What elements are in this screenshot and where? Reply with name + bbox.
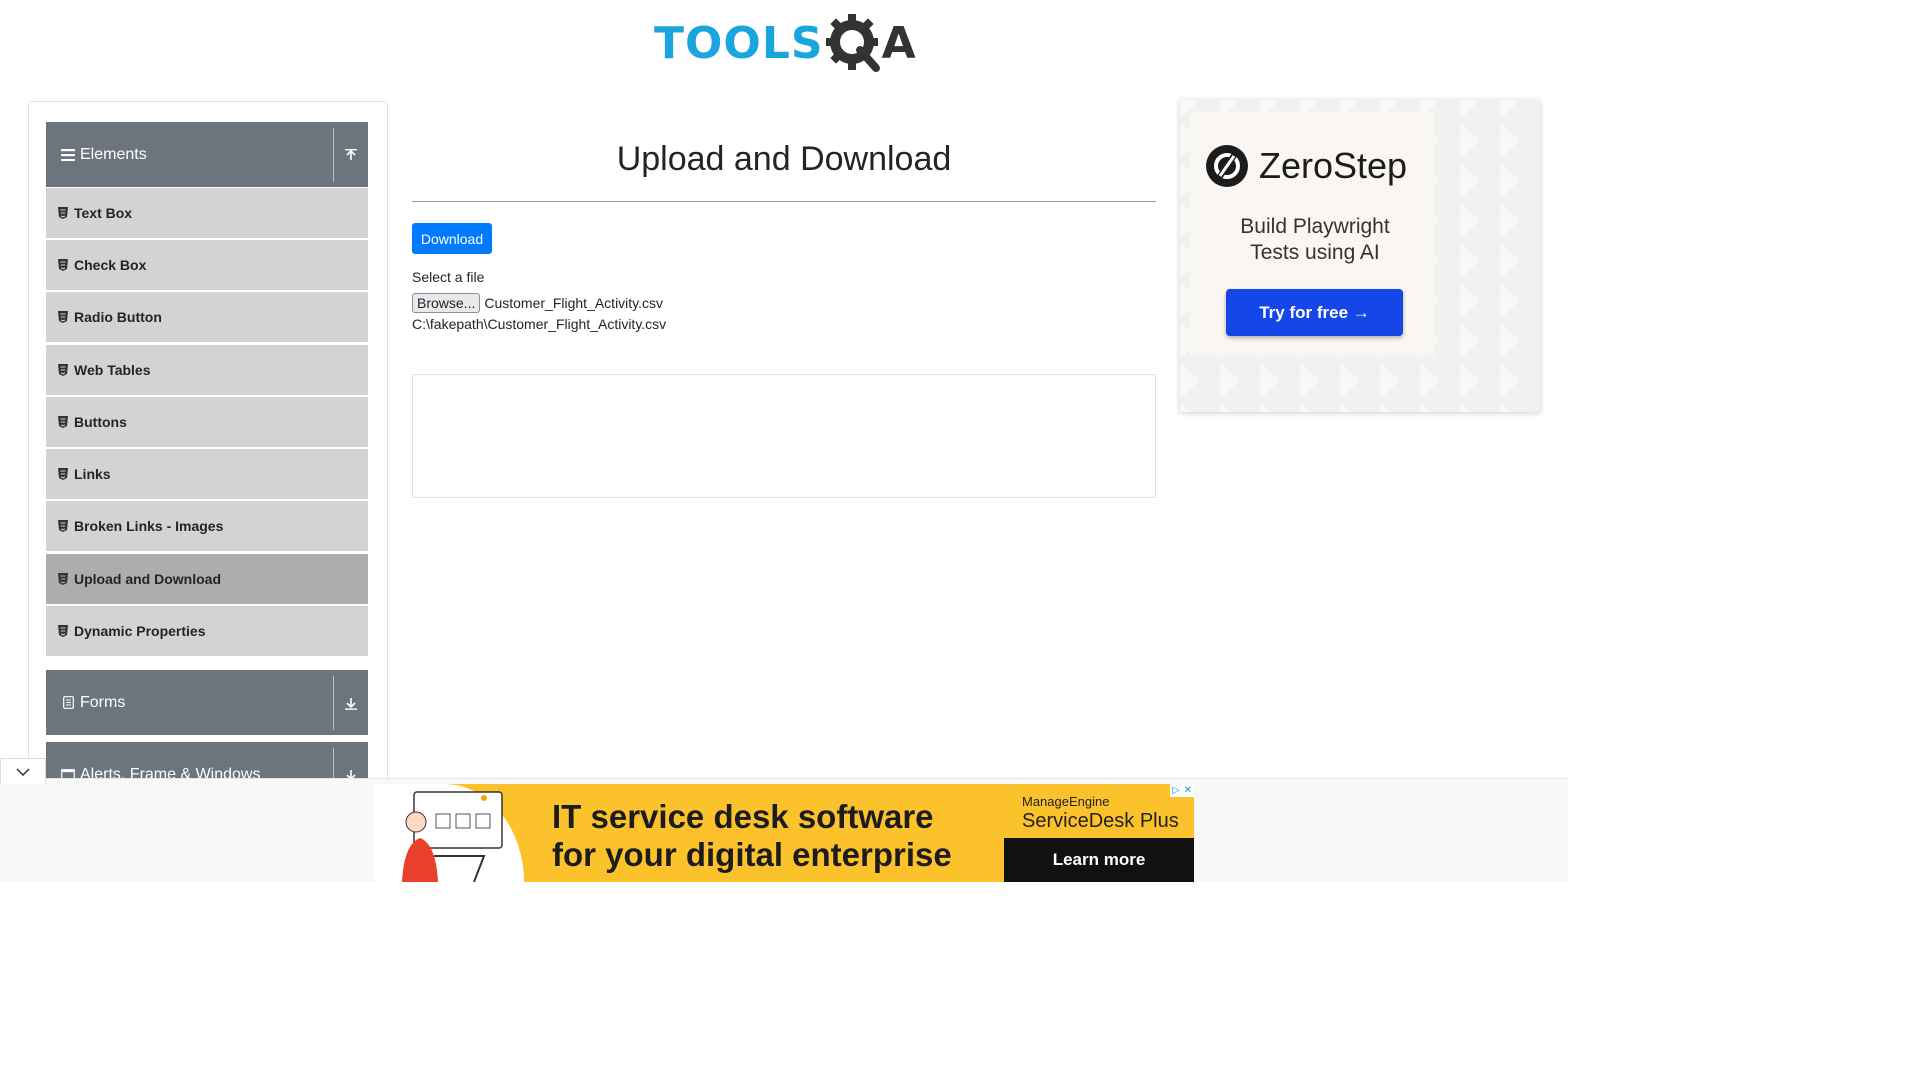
zerostep-ad[interactable]: ZeroStep Build Playwright Tests using AI… <box>1180 100 1540 412</box>
tagline-line1: Build Playwright <box>1240 215 1390 238</box>
logo-a-text: A <box>881 17 916 69</box>
servicedesk-banner[interactable]: IT service desk software for your digita… <box>374 784 1194 882</box>
download-button[interactable]: Download <box>412 223 492 254</box>
html5-icon <box>58 207 70 219</box>
adchoices-icon[interactable]: ▷ ✕ <box>1170 784 1194 797</box>
html5-icon <box>58 468 70 480</box>
menu-item-label: Broken Links - Images <box>74 518 224 534</box>
gear-magnifier-icon <box>825 14 880 72</box>
browse-button[interactable]: Browse... <box>412 293 481 313</box>
upload-arrow-icon[interactable] <box>334 148 368 162</box>
ad-info-icon[interactable]: ▷ <box>1172 785 1180 796</box>
selected-file-name: Customer_Flight_Activity.csv <box>484 295 664 311</box>
servicedesk-plus-brand: ServiceDesk Plus <box>1022 810 1179 832</box>
menu-item-radio-button[interactable]: Radio Button <box>46 292 368 342</box>
menu-item-label: Web Tables <box>74 362 151 378</box>
group-header-elements[interactable]: Elements <box>46 122 368 187</box>
menu-item-label: Dynamic Properties <box>74 623 206 639</box>
learn-more-button[interactable]: Learn more <box>1004 838 1194 882</box>
hamburger-icon <box>60 148 76 161</box>
chevron-down-icon <box>16 767 30 776</box>
menu-item-check-box[interactable]: Check Box <box>46 240 368 290</box>
html5-icon <box>58 259 70 271</box>
menu-item-dynamic-properties[interactable]: Dynamic Properties <box>46 606 368 656</box>
menu-item-label: Upload and Download <box>74 571 221 587</box>
menu-item-buttons[interactable]: Buttons <box>46 397 368 447</box>
select-file-label: Select a file <box>412 269 485 285</box>
html5-icon <box>58 364 70 376</box>
zerostep-tagline: Build Playwright Tests using AI <box>1190 214 1440 266</box>
menu-item-broken-links[interactable]: Broken Links - Images <box>46 501 368 551</box>
result-container <box>412 374 1156 498</box>
banner-illustration <box>374 784 524 882</box>
uploaded-file-path: C:\fakepath\Customer_Flight_Activity.csv <box>412 316 667 332</box>
form-icon <box>60 696 76 709</box>
menu-item-label: Text Box <box>74 205 133 221</box>
menu-item-text-box[interactable]: Text Box <box>46 188 368 238</box>
zerostep-brand: ZeroStep <box>1205 144 1407 188</box>
logo-qa-mark: A <box>824 12 916 74</box>
banner-headline: IT service desk software for your digita… <box>552 798 952 874</box>
manageengine-brand: ManageEngine <box>1022 794 1110 809</box>
download-arrow-icon[interactable] <box>334 696 368 710</box>
group-label: Forms <box>80 693 126 711</box>
collapse-ad-button[interactable] <box>0 758 46 784</box>
page-title: Upload and Download <box>616 140 952 178</box>
left-panel: Elements Text Box Check Box Radio Button… <box>28 101 388 801</box>
menu-item-label: Radio Button <box>74 309 162 325</box>
close-icon[interactable]: ✕ <box>1184 785 1192 796</box>
file-input[interactable]: Browse... Customer_Flight_Activity.csv <box>412 293 663 313</box>
html5-icon <box>58 311 70 323</box>
group-label: Elements <box>80 145 147 163</box>
try-for-free-button[interactable]: Try for free → <box>1226 289 1403 336</box>
title-divider <box>412 201 1156 202</box>
html5-icon <box>58 416 70 428</box>
html5-icon <box>58 520 70 532</box>
menu-item-links[interactable]: Links <box>46 449 368 499</box>
menu-item-label: Check Box <box>74 257 147 273</box>
zerostep-logo-icon <box>1206 145 1248 187</box>
logo-tools-text: TOOLS <box>654 17 824 69</box>
zerostep-name: ZeroStep <box>1259 145 1408 186</box>
group-header-forms[interactable]: Forms <box>46 670 368 735</box>
menu-item-upload-and-download[interactable]: Upload and Download <box>46 554 368 604</box>
html5-icon <box>58 573 70 585</box>
menu-item-web-tables[interactable]: Web Tables <box>46 345 368 395</box>
headline-line2: for your digital enterprise <box>552 836 952 873</box>
tagline-line2: Tests using AI <box>1250 241 1380 264</box>
toolsqa-logo[interactable]: TOOLS A <box>654 12 916 74</box>
html5-icon <box>58 625 70 637</box>
headline-line1: IT service desk software <box>552 798 934 835</box>
menu-item-label: Links <box>74 466 111 482</box>
menu-item-label: Buttons <box>74 414 127 430</box>
